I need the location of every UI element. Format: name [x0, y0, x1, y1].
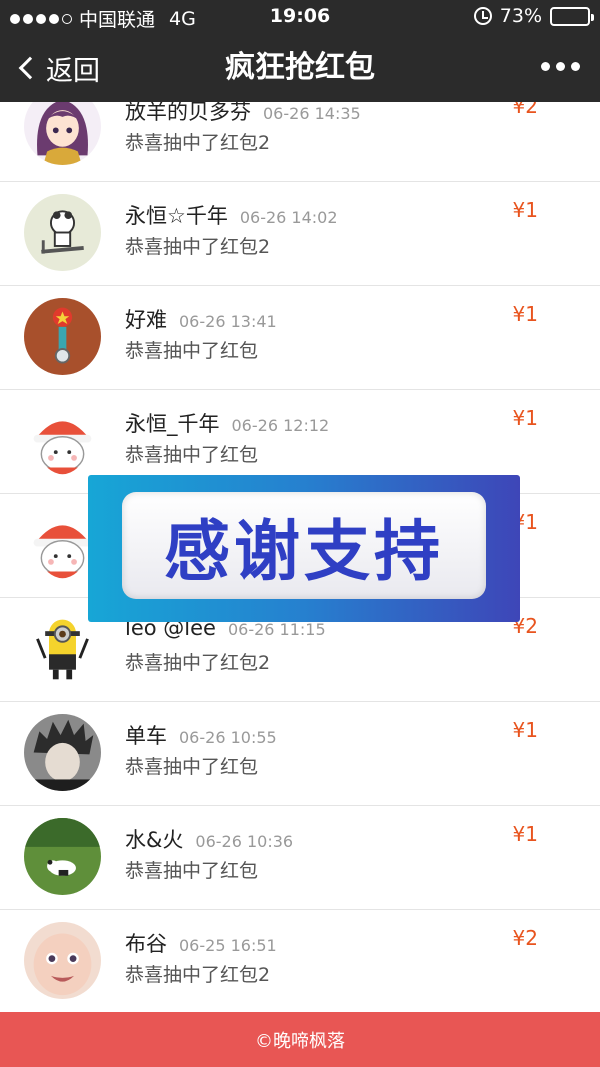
list-item-meta: 水&火 06-26 10:36 [125, 824, 293, 854]
navigation-bar: 返回 疯狂抢红包 [0, 34, 600, 102]
amount-value: ¥1 [512, 718, 538, 742]
message-text: 恭喜抽中了红包 [125, 756, 259, 778]
timestamp: 06-25 16:51 [179, 936, 277, 955]
back-button[interactable]: 返回 [14, 34, 100, 102]
list-item-meta: 放羊的贝多芬 06-26 14:35 [125, 102, 361, 126]
list-item[interactable]: 单车 06-26 10:55 恭喜抽中了红包 ¥1 [0, 702, 600, 806]
back-label: 返回 [46, 55, 100, 87]
user-name: 永恒_千年 [125, 412, 220, 436]
list-item[interactable]: 永恒☆千年 06-26 14:02 恭喜抽中了红包2 ¥1 [0, 182, 600, 286]
amount-value: ¥1 [512, 406, 538, 430]
footer-copyright: ©晚啼枫落 [0, 1012, 600, 1067]
status-right: 73% [473, 5, 594, 27]
alarm-icon [473, 7, 492, 25]
user-name: 放羊的贝多芬 [125, 102, 251, 124]
amount-value: ¥2 [512, 102, 538, 118]
timestamp: 06-26 14:35 [263, 104, 361, 123]
message-text: 恭喜抽中了红包2 [125, 652, 271, 674]
user-name: 水&火 [125, 828, 184, 852]
timestamp: 06-26 10:36 [195, 832, 294, 851]
message-text: 恭喜抽中了红包2 [125, 236, 271, 258]
timestamp: 06-26 12:12 [231, 416, 330, 435]
list-item[interactable]: 水&火 06-26 10:36 恭喜抽中了红包 ¥1 [0, 806, 600, 910]
avatar[interactable] [24, 298, 101, 375]
battery-icon [550, 6, 594, 26]
thanks-banner-text: 感谢支持 [164, 512, 444, 590]
amount-value: ¥2 [512, 926, 538, 950]
timestamp: 06-26 10:55 [179, 728, 277, 747]
list-item-meta: 布谷 06-25 16:51 [125, 928, 277, 958]
message-text: 恭喜抽中了红包2 [125, 964, 271, 986]
user-name: 布谷 [125, 932, 167, 956]
avatar[interactable] [24, 818, 101, 895]
list-item[interactable]: 布谷 06-25 16:51 恭喜抽中了红包2 ¥2 [0, 910, 600, 1012]
message-text: 恭喜抽中了红包2 [125, 132, 271, 154]
user-name: 单车 [125, 724, 167, 748]
message-text: 恭喜抽中了红包 [125, 340, 259, 362]
more-options-button[interactable] [541, 62, 580, 71]
list-item[interactable]: 放羊的贝多芬 06-26 14:35 恭喜抽中了红包2 ¥2 [0, 102, 600, 182]
list-item-meta: 永恒_千年 06-26 12:12 [125, 408, 329, 438]
avatar[interactable] [24, 194, 101, 271]
amount-value: ¥1 [512, 198, 538, 222]
chevron-left-icon [18, 56, 42, 80]
message-text: 恭喜抽中了红包 [125, 444, 259, 466]
battery-percent: 73% [499, 5, 542, 27]
amount-value: ¥1 [512, 302, 538, 326]
timestamp: 06-26 11:15 [227, 620, 326, 639]
message-text: 恭喜抽中了红包 [125, 860, 259, 882]
user-name: 好难 [125, 308, 167, 332]
list-item-meta: 好难 06-26 13:41 [125, 304, 277, 334]
status-bar: 中国联通 4G 19:06 73% [0, 0, 600, 34]
timestamp: 06-26 13:41 [179, 312, 277, 331]
avatar[interactable] [24, 404, 101, 481]
thanks-banner-panel: 感谢支持 [122, 492, 486, 599]
user-name: 永恒☆千年 [125, 204, 228, 228]
thanks-banner: 感谢支持 [88, 475, 520, 622]
more-dots-icon [541, 62, 550, 71]
list-item[interactable]: 好难 06-26 13:41 恭喜抽中了红包 ¥1 [0, 286, 600, 390]
avatar[interactable] [24, 922, 101, 999]
avatar[interactable] [24, 102, 101, 165]
amount-value: ¥1 [512, 822, 538, 846]
avatar[interactable] [24, 714, 101, 791]
timestamp: 06-26 14:02 [239, 208, 338, 227]
list-item-meta: 单车 06-26 10:55 [125, 720, 277, 750]
list-item-meta: 永恒☆千年 06-26 14:02 [125, 200, 338, 230]
